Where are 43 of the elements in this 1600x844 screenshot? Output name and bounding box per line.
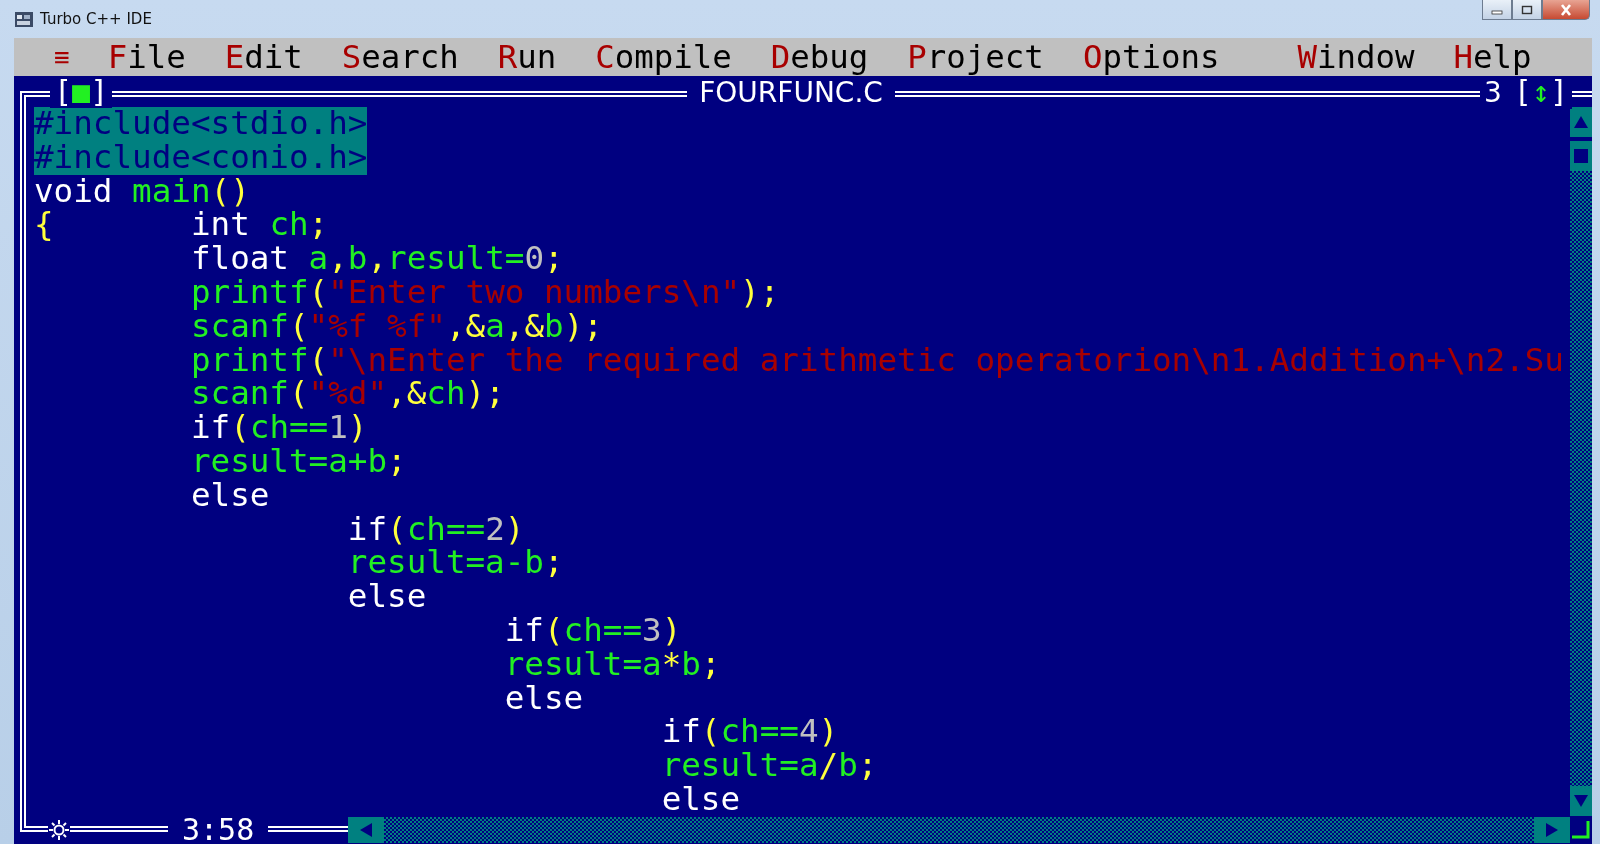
code-line: scanf("%f %f",&a,&b); bbox=[190, 309, 603, 344]
code-line: if(ch==4) bbox=[661, 715, 839, 750]
code-line: void main() bbox=[34, 174, 250, 209]
maximize-button[interactable] bbox=[1512, 0, 1542, 20]
menu-item[interactable]: Run bbox=[497, 39, 557, 75]
code-line: { int ch; bbox=[34, 208, 329, 243]
minimize-button[interactable] bbox=[1482, 0, 1512, 20]
code-line: else bbox=[504, 681, 584, 716]
vertical-scrollbar[interactable] bbox=[1570, 107, 1592, 816]
code-line: result=a+b; bbox=[190, 444, 407, 479]
code-line: if(ch==2) bbox=[347, 512, 525, 547]
code-line: result=a-b; bbox=[347, 546, 564, 581]
code-line: else bbox=[347, 580, 427, 614]
code-line: printf("\nEnter the required arithmetic operatorion\n1.Addition+\n2.Su bbox=[190, 343, 1564, 378]
code-line: printf("Enter two numbers\n"); bbox=[190, 276, 780, 310]
window-title: Turbo C++ IDE bbox=[40, 10, 152, 28]
code-line: scanf("%d",&ch); bbox=[190, 377, 505, 412]
menu-item[interactable]: Debug bbox=[770, 39, 869, 75]
menu-item[interactable]: Window bbox=[1297, 39, 1415, 75]
scroll-left-button[interactable] bbox=[348, 817, 385, 843]
menu-item[interactable]: Search bbox=[341, 39, 459, 75]
menu-item[interactable]: Project bbox=[907, 39, 1044, 75]
code-line: result=a/b; bbox=[661, 749, 878, 783]
menu-item[interactable]: Compile bbox=[595, 39, 732, 75]
horizontal-scrollbar[interactable] bbox=[348, 817, 1570, 843]
code-line: result=a*b; bbox=[504, 647, 721, 682]
close-box-button[interactable]: [■] bbox=[50, 76, 113, 108]
resize-corner-icon[interactable] bbox=[1570, 819, 1592, 841]
menu-item[interactable]: Help bbox=[1453, 39, 1532, 75]
code-line: else bbox=[190, 478, 270, 513]
code-line: if(ch==3) bbox=[504, 613, 682, 648]
system-menu[interactable]: ≡ bbox=[54, 39, 70, 75]
maximize-icon bbox=[1521, 4, 1533, 15]
menu-item[interactable]: Edit bbox=[224, 39, 303, 75]
app-icon bbox=[14, 9, 34, 29]
close-button[interactable] bbox=[1542, 0, 1590, 20]
code-line: else bbox=[661, 782, 741, 817]
menu-item[interactable]: Options bbox=[1082, 39, 1220, 75]
scroll-up-button[interactable] bbox=[1570, 107, 1592, 137]
code-line: float a,b,result=0; bbox=[190, 242, 564, 276]
menu-item[interactable]: File bbox=[107, 39, 186, 75]
close-icon bbox=[1559, 3, 1573, 16]
code-line: if(ch==1) bbox=[190, 411, 368, 445]
